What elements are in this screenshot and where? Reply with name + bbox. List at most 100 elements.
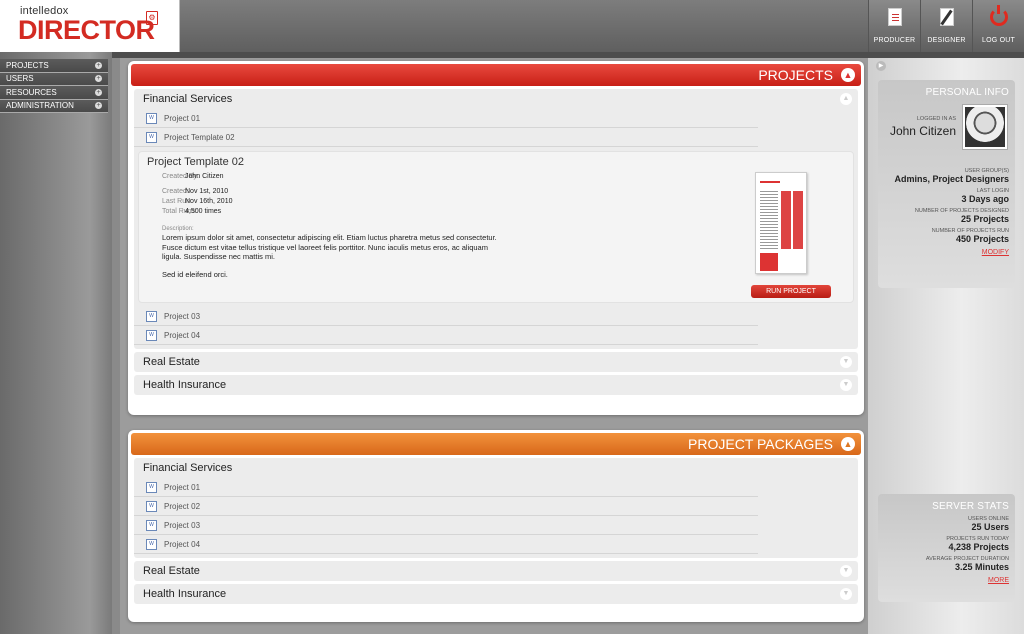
header: intelledox DIRECTOR ⚙ PRODUCER DESIGNER … [0, 0, 1024, 52]
sidebar-item-label: RESOURCES [6, 87, 57, 97]
run-project-button[interactable]: RUN PROJECT [751, 285, 831, 298]
collapse-icon[interactable]: ▲ [841, 437, 855, 451]
expand-icon[interactable]: + [95, 102, 102, 110]
last-login: 3 Days ago [961, 194, 1009, 204]
total-runs-row: Total Runs: 4,500 times [162, 208, 221, 215]
created-by-row: Created By: John Citizen [162, 173, 224, 180]
project-name: Project Template 02 [164, 132, 235, 142]
group-title: Financial Services [143, 462, 233, 474]
packages-header[interactable]: PROJECT PACKAGES ▲ [131, 433, 861, 455]
project-icon: W [146, 500, 157, 512]
group-title: Financial Services [143, 93, 233, 105]
projects-today: 4,238 Projects [948, 542, 1009, 552]
description-text-2: Sed id eleifend orci. [162, 270, 228, 279]
list-item[interactable]: W Project 02 [134, 497, 758, 516]
designer-button[interactable]: DESIGNER [920, 0, 972, 52]
expand-icon[interactable]: + [95, 88, 102, 96]
logged-in-label: LOGGED IN AS [916, 116, 956, 122]
logo-big-text: DIRECTOR [18, 15, 155, 45]
server-stats-box: SERVER STATS USERS ONLINE 25 Users PROJE… [878, 494, 1015, 602]
sidebar-item-label: PROJECTS [6, 60, 49, 70]
project-name: Project 03 [164, 520, 201, 530]
group-header[interactable]: Real Estate ▼ [134, 561, 858, 581]
logo[interactable]: intelledox DIRECTOR ⚙ [0, 0, 180, 52]
sidebar-item-label: USERS [6, 74, 34, 84]
projects-designed: 25 Projects [960, 214, 1009, 224]
collapse-icon[interactable]: ▲ [841, 68, 855, 82]
project-icon: W [146, 310, 157, 322]
group-health-insurance: Health Insurance ▼ [134, 584, 858, 604]
list-item[interactable]: W Project 04 [134, 326, 758, 345]
avatar [962, 104, 1008, 150]
group-header[interactable]: Financial Services ▲ [134, 89, 858, 109]
sidebar-item-users[interactable]: USERS + [0, 72, 108, 86]
group-header[interactable]: Health Insurance ▼ [134, 375, 858, 395]
project-name: Project 01 [164, 482, 201, 492]
packages-panel: PROJECT PACKAGES ▲ Financial Services WP… [128, 430, 864, 622]
sidebar: PROJECTS + USERS + RESOURCES + ADMINISTRATI… [0, 52, 112, 634]
logout-label: LOG OUT [982, 37, 1015, 44]
power-icon [989, 5, 1009, 28]
group-financial-services: Financial Services W Project 01 W Project … [134, 458, 858, 558]
more-link[interactable]: MORE [878, 577, 1009, 584]
field-value: John Citizen [185, 173, 224, 180]
list-item[interactable]: W Project Template 02 [134, 128, 758, 147]
list-item[interactable]: W Project 01 [134, 478, 758, 497]
modify-link[interactable]: MODIFY [894, 249, 1009, 256]
projects-header[interactable]: PROJECTS ▲ [131, 64, 861, 86]
personal-info-title: PERSONAL INFO [925, 87, 1009, 98]
project-name: Project 03 [164, 311, 201, 321]
list-item[interactable]: W Project 03 [134, 307, 758, 326]
server-stats-title: SERVER STATS [932, 501, 1009, 512]
project-name: Project 04 [164, 539, 201, 549]
logout-button[interactable]: LOG OUT [972, 0, 1024, 52]
created-row: Created: Nov 1st, 2010 [162, 188, 228, 195]
right-sidebar: ▶ PERSONAL INFO LOGGED IN AS John Citize… [868, 58, 1024, 634]
top-nav: PRODUCER DESIGNER LOG OUT [868, 0, 1024, 52]
group-title: Health Insurance [143, 588, 227, 600]
collapse-arrow-icon[interactable]: ▶ [876, 61, 886, 71]
project-icon: W [146, 519, 157, 531]
group-title: Health Insurance [143, 379, 227, 391]
group-title: Real Estate [143, 565, 200, 577]
document-icon [885, 6, 905, 28]
group-title: Real Estate [143, 356, 200, 368]
project-icon: W [146, 329, 157, 341]
last-run-row: Last Run: Nov 16th, 2010 [162, 198, 232, 205]
detail-title: Project Template 02 [147, 156, 245, 168]
project-name: Project 04 [164, 330, 201, 340]
expand-icon[interactable]: + [95, 75, 102, 83]
sidebar-item-projects[interactable]: PROJECTS + [0, 59, 108, 73]
expand-icon[interactable]: + [95, 61, 102, 69]
group-header[interactable]: Health Insurance ▼ [134, 584, 858, 604]
sidebar-item-administration[interactable]: ADMINISTRATION + [0, 99, 108, 113]
group-real-estate: Real Estate ▼ [134, 352, 858, 372]
group-header[interactable]: Real Estate ▼ [134, 352, 858, 372]
field-value: Nov 16th, 2010 [185, 198, 233, 205]
list-item[interactable]: W Project 04 [134, 535, 758, 554]
sidebar-item-resources[interactable]: RESOURCES + [0, 86, 108, 100]
packages-title: PROJECT PACKAGES [688, 436, 833, 452]
projects-run: 450 Projects [955, 234, 1009, 244]
field-value: Nov 1st, 2010 [185, 188, 229, 195]
project-icon: W [146, 131, 157, 143]
project-name: Project 02 [164, 501, 201, 511]
group-health-insurance: Health Insurance ▼ [134, 375, 858, 395]
personal-info-box: PERSONAL INFO LOGGED IN AS John Citizen … [878, 80, 1015, 288]
chevron-up-icon[interactable]: ▲ [840, 93, 852, 105]
project-detail-card: Project Template 02 Created By: John Citi… [138, 151, 854, 303]
group-header[interactable]: Financial Services [134, 458, 858, 478]
chevron-down-icon[interactable]: ▼ [840, 379, 852, 391]
user-groups: Admins, Project Designers [894, 174, 1009, 184]
avg-duration: 3.25 Minutes [954, 562, 1009, 572]
chevron-down-icon[interactable]: ▼ [840, 356, 852, 368]
description-label: Description: [162, 226, 194, 232]
projects-panel: PROJECTS ▲ Financial Services ▲ W Project… [128, 61, 864, 415]
group-real-estate: Real Estate ▼ [134, 561, 858, 581]
list-item[interactable]: W Project 01 [134, 109, 758, 128]
list-item[interactable]: W Project 03 [134, 516, 758, 535]
project-icon: W [146, 481, 157, 493]
chevron-down-icon[interactable]: ▼ [840, 565, 852, 577]
producer-button[interactable]: PRODUCER [868, 0, 920, 52]
chevron-down-icon[interactable]: ▼ [840, 588, 852, 600]
